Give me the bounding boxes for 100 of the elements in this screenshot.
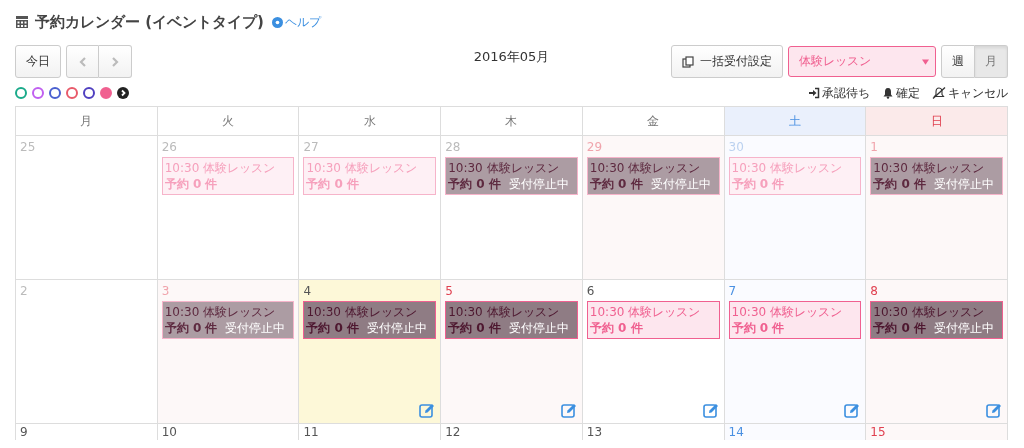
- day-number: 30: [728, 140, 744, 154]
- booking-count: 予約 0 件: [164, 176, 218, 192]
- view-toggle-button[interactable]: 月: [975, 45, 1008, 78]
- bell-slash-icon: [932, 87, 946, 99]
- today-button[interactable]: 今日: [15, 45, 61, 78]
- color-filter-dot[interactable]: [15, 87, 27, 99]
- color-filter-dot[interactable]: [100, 87, 112, 99]
- event-time-title: 10:30 体験レッスン: [164, 160, 276, 176]
- color-filter-dot[interactable]: [32, 87, 44, 99]
- event-block[interactable]: 10:30 体験レッスン 予約 0 件 受付停止中: [586, 157, 720, 195]
- day-number: 25: [20, 140, 36, 154]
- page-title: 予約カレンダー (イベントタイプ): [35, 12, 264, 32]
- event-block[interactable]: 10:30 体験レッスン 予約 0 件: [728, 301, 862, 339]
- event-block[interactable]: 10:30 体験レッスン 予約 0 件: [586, 301, 720, 339]
- weekday-header: 土: [724, 106, 867, 136]
- day-number: 3: [161, 284, 170, 298]
- day-cell[interactable]: 15: [866, 424, 1008, 440]
- day-number: 7: [728, 284, 737, 298]
- day-cell[interactable]: 11: [299, 424, 442, 440]
- event-time-title: 10:30 体験レッスン: [589, 304, 701, 320]
- status-legend-label: 承認待ち: [822, 84, 870, 102]
- day-cell[interactable]: 4 10:30 体験レッスン 予約 0 件 受付停止中: [299, 280, 442, 424]
- day-number: 11: [303, 425, 319, 439]
- booking-count: 予約 0 件: [731, 320, 785, 336]
- edit-icon[interactable]: [702, 402, 719, 418]
- day-cell[interactable]: 29 10:30 体験レッスン 予約 0 件 受付停止中: [582, 136, 725, 280]
- day-cell[interactable]: 12: [441, 424, 583, 440]
- status-legend-label: キャンセル: [948, 84, 1008, 102]
- day-number: 2: [20, 284, 28, 298]
- event-type-dropdown[interactable]: 体験レッスン: [788, 46, 936, 77]
- day-cell[interactable]: 13: [582, 424, 725, 440]
- suspended-label: 受付停止中: [508, 320, 569, 336]
- day-number: 26: [161, 140, 177, 154]
- color-filter-dot[interactable]: [83, 87, 95, 99]
- day-cell[interactable]: 5 10:30 体験レッスン 予約 0 件 受付停止中: [441, 280, 583, 424]
- booking-count: 予約 0 件: [873, 176, 926, 192]
- edit-icon[interactable]: [419, 402, 436, 418]
- copy-icon: [682, 55, 694, 68]
- day-number: 4: [303, 284, 312, 298]
- chevron-right-icon: [110, 56, 120, 67]
- weekday-header: 金: [582, 106, 725, 136]
- suspended-label: 受付停止中: [367, 320, 428, 336]
- day-number: 14: [728, 425, 744, 439]
- booking-count: 予約 0 件: [589, 320, 643, 336]
- color-filter-dot[interactable]: [66, 87, 78, 99]
- booking-count: 予約 0 件: [589, 176, 643, 192]
- day-cell[interactable]: 9: [16, 424, 158, 440]
- day-number: 28: [445, 140, 461, 154]
- day-number: 10: [161, 425, 177, 439]
- day-cell[interactable]: 6 10:30 体験レッスン 予約 0 件: [582, 280, 725, 424]
- bell-icon: [882, 87, 894, 99]
- event-time-title: 10:30 体験レッスン: [164, 304, 276, 320]
- booking-count: 予約 0 件: [306, 320, 360, 336]
- status-legend-label: 確定: [896, 84, 920, 102]
- edit-icon[interactable]: [844, 402, 861, 418]
- weekday-header: 水: [299, 106, 442, 136]
- day-cell[interactable]: 1 10:30 体験レッスン 予約 0 件 受付停止中: [866, 136, 1008, 280]
- event-time-title: 10:30 体験レッスン: [731, 160, 842, 176]
- day-cell[interactable]: 28 10:30 体験レッスン 予約 0 件 受付停止中: [441, 136, 583, 280]
- day-number: 27: [303, 140, 319, 154]
- day-number: 6: [586, 284, 595, 298]
- color-filter-dot[interactable]: [49, 87, 61, 99]
- booking-count: 予約 0 件: [164, 320, 218, 336]
- booking-count: 予約 0 件: [448, 320, 501, 336]
- caret-down-icon: [922, 58, 929, 65]
- event-block[interactable]: 10:30 体験レッスン 予約 0 件 受付停止中: [870, 301, 1003, 339]
- day-number: 15: [870, 425, 886, 439]
- event-block[interactable]: 10:30 体験レッスン 予約 0 件 受付停止中: [445, 301, 578, 339]
- day-cell[interactable]: 14: [724, 424, 867, 440]
- event-time-title: 10:30 体験レッスン: [873, 304, 984, 320]
- event-block[interactable]: 10:30 体験レッスン 予約 0 件 受付停止中: [445, 157, 578, 195]
- bulk-settings-button[interactable]: 一括受付設定: [671, 45, 783, 78]
- event-time-title: 10:30 体験レッスン: [448, 304, 559, 320]
- help-link[interactable]: ヘルプ: [284, 13, 321, 31]
- view-toggle-button[interactable]: 週: [941, 45, 975, 78]
- day-cell[interactable]: 8 10:30 体験レッスン 予約 0 件 受付停止中: [866, 280, 1008, 424]
- event-time-title: 10:30 体験レッスン: [448, 160, 559, 176]
- day-number: 1: [870, 140, 878, 154]
- event-time-title: 10:30 体験レッスン: [589, 160, 701, 176]
- edit-icon[interactable]: [986, 402, 1002, 418]
- suspended-label: 受付停止中: [508, 176, 569, 192]
- day-cell[interactable]: 3 10:30 体験レッスン 予約 0 件 受付停止中: [157, 280, 300, 424]
- event-block[interactable]: 10:30 体験レッスン 予約 0 件 受付停止中: [303, 301, 437, 339]
- event-block[interactable]: 10:30 体験レッスン 予約 0 件 受付停止中: [870, 157, 1003, 195]
- booking-count: 予約 0 件: [873, 320, 926, 336]
- booking-count: 予約 0 件: [306, 176, 360, 192]
- event-block[interactable]: 10:30 体験レッスン 予約 0 件 受付停止中: [161, 301, 295, 339]
- suspended-label: 受付停止中: [934, 320, 994, 336]
- month-label: 2016年05月: [473, 47, 550, 66]
- chevron-left-icon: [77, 56, 88, 67]
- day-number: 5: [445, 284, 453, 298]
- weekday-header: 月: [16, 106, 158, 136]
- day-number: 9: [20, 425, 28, 439]
- event-time-title: 10:30 体験レッスン: [731, 304, 842, 320]
- sign-in-icon: [808, 87, 820, 99]
- day-number: 13: [586, 425, 603, 439]
- weekday-header: 木: [441, 106, 583, 136]
- day-cell[interactable]: 7 10:30 体験レッスン 予約 0 件: [724, 280, 867, 424]
- day-cell[interactable]: 10: [157, 424, 300, 440]
- edit-icon[interactable]: [560, 402, 577, 418]
